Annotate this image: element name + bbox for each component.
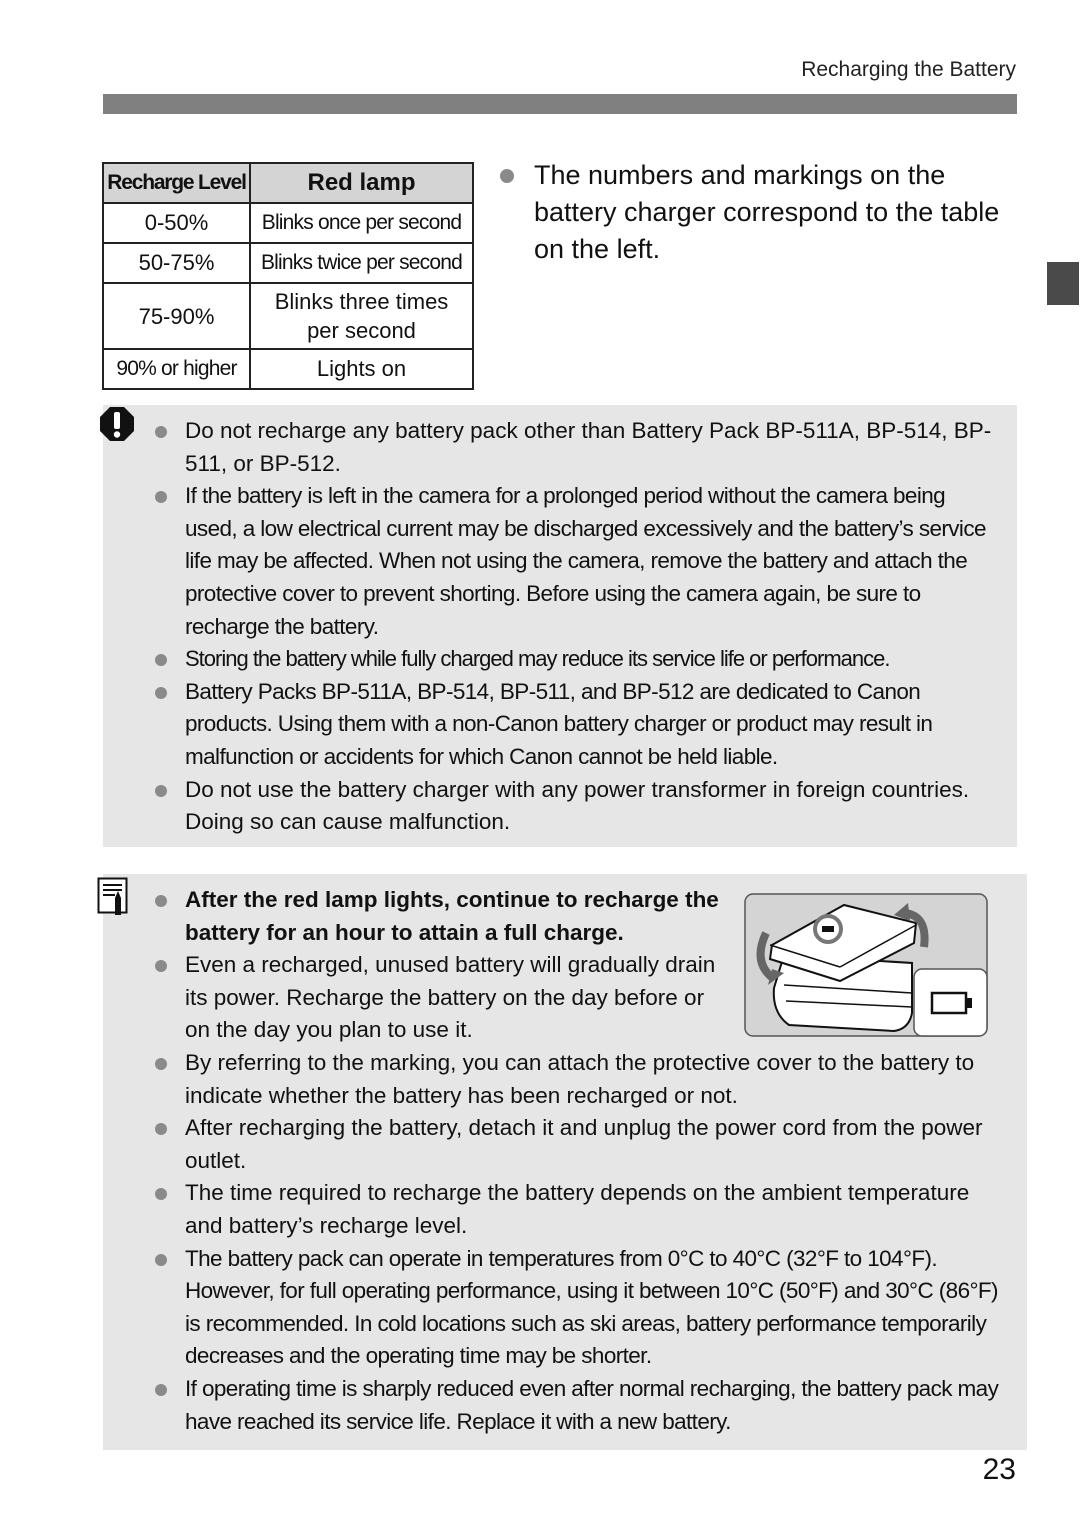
list-item: If the battery is left in the camera for… — [155, 480, 997, 643]
memo-pencil-icon — [97, 877, 128, 915]
bullet-icon — [155, 895, 167, 907]
caution-icon — [100, 407, 134, 441]
header-bar — [103, 94, 1017, 114]
list-item: Even a recharged, unused battery will gr… — [155, 949, 725, 1047]
bullet-icon — [155, 426, 167, 438]
lamp-cell: Blinks once per second — [249, 202, 474, 244]
list-item: Battery Packs BP-511A, BP-514, BP-511, a… — [155, 676, 997, 774]
lamp-line-1: Blinks three times — [274, 289, 449, 314]
lamp-cell: Blinks three times per second — [249, 282, 474, 350]
level-cell: 0-50% — [102, 202, 251, 244]
list-item: By referring to the marking, you can att… — [155, 1047, 1007, 1112]
battery-protective-cover-illustration — [744, 893, 988, 1037]
caution-list: Do not recharge any battery pack other t… — [155, 415, 997, 839]
bullet-icon — [155, 1057, 167, 1070]
list-item: After recharging the battery, detach it … — [155, 1112, 1007, 1177]
chapter-tab — [1047, 262, 1079, 305]
intro-note: The numbers and markings on the battery … — [500, 157, 1000, 268]
level-cell: 90% or higher — [102, 348, 251, 390]
page-number: 23 — [982, 1453, 1016, 1486]
header-red-lamp: Red lamp — [249, 162, 474, 204]
bullet-icon — [155, 654, 167, 667]
table-row: 90% or higher Lights on — [102, 348, 474, 390]
bullet-icon — [155, 960, 167, 973]
table-header-row: Recharge Level Red lamp — [102, 162, 474, 204]
bullet-icon — [155, 686, 167, 699]
intro-text: The numbers and markings on the battery … — [534, 160, 1000, 264]
table-row: 75-90% Blinks three times per second — [102, 282, 474, 350]
bullet-icon — [155, 1188, 167, 1201]
level-cell: 75-90% — [102, 282, 251, 350]
bullet-icon — [155, 1383, 167, 1396]
bullet-icon — [155, 784, 167, 797]
bullet-icon — [155, 1253, 167, 1266]
table-row: 0-50% Blinks once per second — [102, 202, 474, 244]
recharge-level-table: Recharge Level Red lamp 0-50% Blinks onc… — [102, 162, 474, 390]
list-item: Storing the battery while fully charged … — [155, 643, 997, 676]
level-cell: 50-75% — [102, 242, 251, 284]
list-item: The time required to recharge the batter… — [155, 1177, 1007, 1242]
bullet-icon — [500, 169, 514, 183]
table-row: 50-75% Blinks twice per second — [102, 242, 474, 284]
bullet-icon — [155, 1123, 167, 1136]
caution-box: Do not recharge any battery pack other t… — [100, 405, 1017, 847]
lamp-cell: Lights on — [249, 348, 474, 390]
list-item: If operating time is sharply reduced eve… — [155, 1373, 1007, 1438]
header-recharge-level: Recharge Level — [102, 162, 251, 204]
list-item: The battery pack can operate in temperat… — [155, 1243, 1007, 1373]
list-item: Do not recharge any battery pack other t… — [155, 415, 997, 480]
bullet-icon — [155, 491, 167, 504]
lamp-cell: Blinks twice per second — [249, 242, 474, 284]
list-item: Do not use the battery charger with any … — [155, 774, 997, 839]
lamp-line-2: per second — [307, 318, 416, 343]
list-item: After the red lamp lights, continue to r… — [155, 884, 725, 949]
running-title: Recharging the Battery — [801, 58, 1016, 81]
